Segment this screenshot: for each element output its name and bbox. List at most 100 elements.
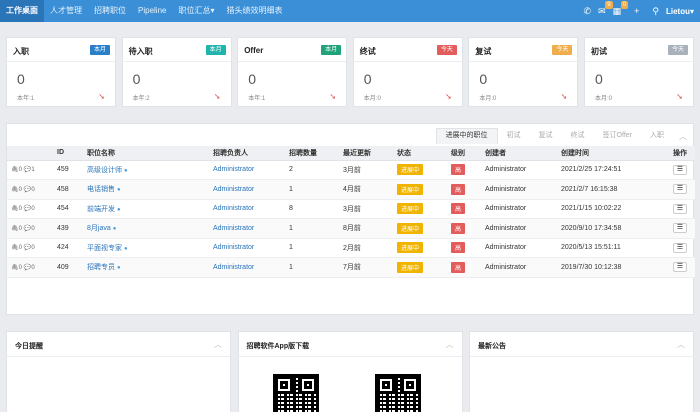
jobs-tabs: 进展中的职位 初试 复试 终试 签订Offer 入职 ︿: [435, 128, 693, 144]
actions-menu-button[interactable]: ☰: [673, 184, 687, 195]
collapse-icon[interactable]: ︿: [677, 339, 685, 350]
hire-count: 1: [285, 257, 339, 278]
level-badge: 高: [451, 222, 466, 234]
creator: Administrator: [481, 199, 557, 219]
trend-arrow-icon: ➘: [329, 92, 337, 101]
period-badge: 今天: [667, 45, 688, 55]
attachment-icon: 🖇: [11, 264, 19, 271]
actions-menu-button[interactable]: ☰: [673, 262, 687, 273]
owner-link[interactable]: Administrator: [213, 225, 254, 232]
stat-card[interactable]: 复试 今天 0 本月:0 ➘: [468, 37, 579, 107]
stat-card[interactable]: 入职 本月 0 本年:1 ➘: [6, 37, 116, 107]
nav-item-3[interactable]: Pipeline: [132, 0, 172, 22]
collapse-icon[interactable]: ︿: [214, 339, 222, 350]
attachment-count: 0: [18, 167, 22, 174]
stat-subtotal: 本月:0: [363, 96, 381, 102]
status-badge: 进展中: [397, 183, 424, 195]
trend-arrow-icon: ➘: [560, 92, 568, 101]
column-header: 级别: [447, 146, 481, 161]
period-badge: 本月: [205, 45, 226, 55]
table-row[interactable]: 🖇0 💬0 409 招聘专员 ● Administrator 1 7月前 进展中高 Admin…: [7, 257, 695, 278]
nav-item-2[interactable]: 招聘职位: [88, 0, 132, 22]
tab-2[interactable]: 复试: [530, 128, 562, 144]
attachment-count: 0: [18, 225, 22, 232]
job-title-link[interactable]: 招聘专员: [87, 264, 115, 271]
hire-count: 8: [285, 199, 339, 219]
job-title-link[interactable]: 平面视专家: [87, 245, 122, 252]
owner-link[interactable]: Administrator: [213, 166, 254, 173]
add-icon[interactable]: +: [634, 0, 639, 22]
stat-card[interactable]: 待入职 本月 0 本年:2 ➘: [121, 37, 232, 107]
job-title-link[interactable]: 8月java: [87, 225, 111, 232]
job-title-link[interactable]: 电话销售: [87, 186, 115, 193]
nav-item-1[interactable]: 人才管理: [44, 0, 88, 22]
attachment-count: 0: [18, 206, 22, 213]
attachment-count: 0: [18, 186, 22, 193]
stat-subtotal: 本年:1: [248, 96, 266, 102]
comment-count: 1: [31, 167, 35, 174]
stat-card[interactable]: Offer 本月 0 本年:1 ➘: [237, 37, 348, 107]
user-menu[interactable]: Lietou▾: [666, 7, 694, 16]
tab-0[interactable]: 进展中的职位: [435, 128, 498, 144]
collapse-icon[interactable]: ︿: [446, 339, 454, 350]
status-badge: 进展中: [397, 261, 424, 273]
trend-arrow-icon: ➘: [213, 92, 221, 101]
job-id: 409: [53, 257, 83, 278]
nav-item-0[interactable]: 工作桌面: [0, 0, 44, 22]
actions-menu-button[interactable]: ☰: [673, 203, 687, 214]
stat-title: 待入职: [128, 47, 153, 56]
tab-3[interactable]: 终试: [562, 128, 594, 144]
job-id: 424: [53, 238, 83, 258]
job-id: 439: [53, 218, 83, 239]
job-id: 458: [53, 179, 83, 200]
job-title-link[interactable]: 前端开发: [87, 206, 115, 213]
nav-item-5[interactable]: 猎头绩效明细表: [220, 0, 288, 22]
comment-count: 0: [31, 186, 35, 193]
table-row[interactable]: 🖇0 💬1 459 高级设计师 ● Administrator 2 3月前 进展中高 Admi…: [7, 160, 695, 180]
table-header: ID 职位名称 招聘负责人 招聘数量 最近更新 状态 级别 创建者 创建时间 操作: [7, 146, 695, 161]
stat-title: 终试: [359, 47, 376, 56]
creator: Administrator: [481, 257, 557, 278]
tab-1[interactable]: 初试: [498, 128, 530, 144]
calendar-icon[interactable]: ▦ 0: [613, 0, 629, 22]
table-row[interactable]: 🖇0 💬0 424 平面视专家 ● Administrator 1 2月前 进展中高 Admi…: [7, 238, 695, 258]
actions-menu-button[interactable]: ☰: [673, 164, 687, 175]
actions-menu-button[interactable]: ☰: [673, 223, 687, 234]
tab-5[interactable]: 入职: [641, 128, 673, 144]
owner-link[interactable]: Administrator: [213, 205, 254, 212]
wechat-icon[interactable]: ●: [124, 168, 128, 174]
actions-menu-button[interactable]: ☰: [673, 242, 687, 253]
wechat-icon[interactable]: ●: [113, 226, 117, 232]
stat-title: Offer: [244, 46, 264, 55]
table-row[interactable]: 🖇0 💬0 458 电话销售 ● Administrator 1 4月前 进展中高 Admin…: [7, 179, 695, 200]
phone-icon[interactable]: ✆: [584, 0, 592, 22]
attachment-count: 0: [18, 245, 22, 252]
qr-code-ios: [374, 374, 421, 412]
collapse-icon[interactable]: ︿: [673, 131, 693, 142]
trend-arrow-icon: ➘: [676, 92, 683, 101]
wechat-icon[interactable]: ●: [117, 265, 121, 271]
owner-link[interactable]: Administrator: [213, 244, 254, 251]
stat-card[interactable]: 终试 今天 0 本月:0 ➘: [352, 37, 463, 107]
table-row[interactable]: 🖇0 💬0 454 前端开发 ● Administrator 8 3月前 进展中高 Admin…: [7, 199, 695, 219]
wechat-icon[interactable]: ●: [117, 207, 121, 213]
tab-4[interactable]: 签订Offer: [594, 128, 641, 144]
owner-link[interactable]: Administrator: [213, 264, 254, 271]
column-header: 职位名称: [83, 146, 209, 161]
comment-count: 0: [31, 245, 35, 252]
job-title-link[interactable]: 高级设计师: [87, 167, 122, 174]
wechat-icon[interactable]: ●: [124, 246, 128, 252]
wechat-icon[interactable]: ●: [117, 187, 121, 193]
search-icon[interactable]: ⚲: [652, 0, 659, 22]
last-updated: 3月前: [339, 199, 393, 219]
stat-card[interactable]: 初试 今天 0 本月:0 ➘: [583, 37, 694, 107]
period-badge: 本月: [89, 45, 110, 55]
table-row[interactable]: 🖇0 💬0 439 8月java ● Administrator 1 8月前 进展中高 Adm…: [7, 218, 695, 239]
owner-link[interactable]: Administrator: [213, 186, 254, 193]
stat-subtotal: 本年:1: [17, 96, 35, 102]
app-download-title: 招聘软件App版下载: [246, 343, 310, 350]
nav-item-4[interactable]: 职位汇总▾: [172, 0, 220, 22]
notice-title: 最新公告: [478, 343, 506, 350]
period-badge: 今天: [552, 45, 573, 55]
mail-icon[interactable]: ✉ 9: [598, 0, 613, 22]
